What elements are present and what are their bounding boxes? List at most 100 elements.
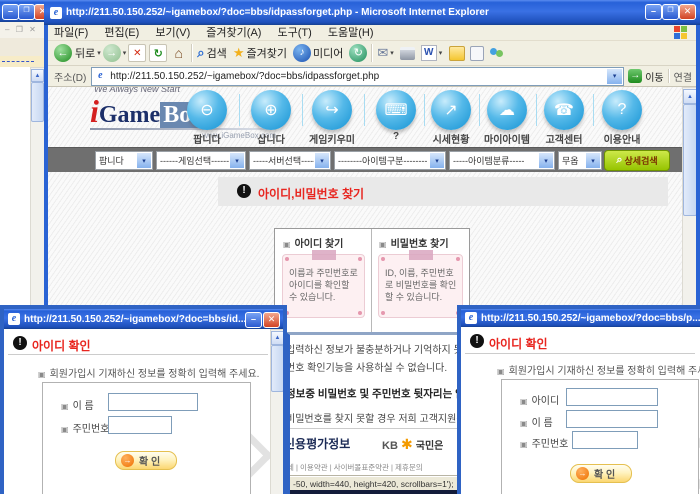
favorites-button[interactable]: ★ 즐겨찾기 — [233, 45, 287, 61]
name-input[interactable] — [566, 410, 658, 428]
ie-page-icon: e — [50, 7, 62, 19]
address-dropdown-icon[interactable]: ▾ — [606, 68, 623, 85]
search-label: 검색 — [207, 45, 227, 61]
id-input[interactable] — [566, 388, 658, 406]
restore-icon[interactable]: ❐ — [18, 4, 35, 20]
nav-sell-icon[interactable]: ⊖ — [187, 90, 227, 130]
close-icon[interactable]: ✕ — [679, 4, 696, 20]
mail-button[interactable]: ✉ ▾ — [377, 45, 395, 61]
chevron-down-icon[interactable]: ▾ — [314, 152, 330, 169]
ssn-input[interactable] — [572, 431, 638, 449]
refresh-button[interactable]: ↻ — [149, 44, 167, 62]
go-button[interactable]: → 이동 — [628, 69, 663, 84]
ssn-input[interactable] — [108, 416, 172, 434]
nav-price-icon[interactable]: ↗ — [431, 90, 471, 130]
close-icon[interactable]: ✕ — [263, 312, 280, 328]
nav-buy-label[interactable]: 삽니다 — [236, 131, 306, 146]
tape-decoration — [312, 250, 336, 260]
right-popup-titlebar[interactable]: e http://211.50.150.252/~igamebox/?doc=b… — [461, 309, 700, 327]
nav-question-icon[interactable]: ⌨ — [376, 90, 416, 130]
nav-separator — [593, 94, 594, 126]
menu-view[interactable]: 보기(V) — [155, 25, 190, 41]
print-icon[interactable] — [400, 47, 415, 60]
edit-dropdown-icon[interactable]: ▾ — [439, 49, 443, 57]
address-input[interactable] — [110, 69, 606, 84]
address-separator — [668, 69, 670, 83]
exclamation-icon: ! — [13, 336, 27, 350]
filter-select-server[interactable]: -----서버선택-----▾ — [249, 151, 331, 170]
home-button[interactable]: ⌂ — [170, 45, 187, 62]
nav-buy-icon[interactable]: ⊕ — [251, 90, 291, 130]
filter-select-item-type[interactable]: --------아이템구분--------▾ — [334, 151, 446, 170]
footer-links[interactable]: 체 | 이용약관 | 사이버몰표준약관 | 제휴문의 — [290, 462, 461, 473]
child-restore-icon[interactable]: ❐ — [16, 25, 23, 34]
scroll-up-icon[interactable]: ▲ — [683, 89, 696, 104]
links-label[interactable]: 연결 — [674, 69, 692, 84]
media-button[interactable]: ♪ 미디어 — [293, 44, 343, 62]
scroll-up-icon[interactable]: ▲ — [31, 69, 44, 82]
minimize-icon[interactable]: – — [2, 4, 19, 20]
left-popup-title: http://211.50.150.252/~igamebox/?doc=bbs… — [24, 314, 246, 325]
menu-file[interactable]: 파일(F) — [54, 25, 88, 41]
mail-dropdown-icon[interactable]: ▾ — [390, 49, 394, 57]
minimize-icon[interactable]: – — [245, 312, 262, 328]
menu-favorites[interactable]: 즐겨찾기(A) — [206, 25, 261, 41]
history-icon[interactable]: ↻ — [349, 44, 367, 62]
forward-button[interactable]: → ▾ — [103, 44, 129, 62]
nav-guide-icon[interactable]: ? — [602, 90, 642, 130]
square-bullet-icon: ▣ — [520, 397, 528, 406]
back-dropdown-icon[interactable]: ▾ — [97, 49, 101, 57]
search-button[interactable]: ⌕ 검색 — [197, 45, 227, 61]
edit-word-button[interactable]: W ▾ — [421, 45, 445, 61]
nav-service-icon[interactable]: ☎ — [544, 90, 584, 130]
menu-edit[interactable]: 편집(E) — [104, 25, 139, 41]
discuss-icon[interactable] — [449, 46, 465, 61]
nav-guide-label[interactable]: 이용안내 — [587, 131, 657, 146]
confirm-button[interactable]: → 확 인 — [115, 451, 177, 470]
detail-search-button[interactable]: ⌕ 상세검색 — [604, 150, 670, 171]
background-window-titlebar[interactable]: – ❐ ✕ — [0, 0, 46, 22]
right-popup-title: http://211.50.150.252/~igamebox/?doc=bbs… — [481, 313, 700, 324]
sidebar-tool-icon[interactable] — [470, 46, 484, 61]
menu-help[interactable]: 도움말(H) — [328, 25, 374, 41]
scroll-thumb[interactable] — [683, 104, 696, 216]
chevron-down-icon[interactable]: ▾ — [136, 152, 152, 169]
find-pw-title: ▣비밀번호 찾기 — [379, 235, 449, 250]
name-input[interactable] — [108, 393, 198, 411]
filter-select-option[interactable]: 무옵▾ — [558, 151, 602, 170]
scroll-thumb[interactable] — [31, 82, 44, 122]
chevron-down-icon[interactable]: ▾ — [585, 152, 601, 169]
child-close-icon[interactable]: ✕ — [29, 25, 36, 34]
minimize-icon[interactable]: – — [645, 4, 662, 20]
scroll-up-icon[interactable]: ▲ — [271, 331, 283, 345]
filter-select-sell[interactable]: 팝니다▾ — [95, 151, 153, 170]
child-minimize-icon[interactable]: – — [5, 25, 9, 34]
messenger-icon[interactable] — [489, 46, 505, 60]
filter-select-item-class[interactable]: -----아이템분류-----▾ — [449, 151, 555, 170]
nav-gamegrow-label[interactable]: 게임키우미 — [297, 131, 367, 146]
nav-gamegrow-icon[interactable]: ↪ — [312, 90, 352, 130]
scroll-thumb[interactable] — [271, 345, 283, 392]
nav-sell-label[interactable]: 팝니다 — [172, 131, 242, 146]
chevron-down-icon[interactable]: ▾ — [229, 152, 245, 169]
stop-button[interactable]: ✕ — [128, 44, 146, 62]
forward-dropdown-icon[interactable]: ▾ — [123, 49, 127, 57]
confirm-button[interactable]: → 확 인 — [570, 464, 632, 483]
chevron-down-icon[interactable]: ▾ — [429, 152, 445, 169]
back-button[interactable]: ← 뒤로 ▾ — [54, 44, 103, 62]
left-popup-scrollbar[interactable]: ▲ — [270, 329, 283, 494]
menu-bar: 파일(F) 편집(E) 보기(V) 즐겨찾기(A) 도구(T) 도움말(H) — [48, 25, 696, 41]
address-field[interactable]: e ▾ — [91, 67, 624, 86]
menu-tools[interactable]: 도구(T) — [278, 25, 312, 41]
pin-decoration — [358, 257, 362, 261]
pin-decoration — [381, 311, 385, 315]
square-bullet-icon: ▣ — [379, 240, 387, 249]
left-popup-titlebar[interactable]: e http://211.50.150.252/~igamebox/?doc=b… — [4, 309, 283, 329]
nav-myitem-icon[interactable]: ☁ — [487, 90, 527, 130]
maximize-icon[interactable]: ❐ — [662, 4, 679, 20]
filter-select-game[interactable]: ------게임선택------▾ — [156, 151, 246, 170]
middle-popup-window: 입력하신 정보가 불충분하거나 기억하지 못하실 경 번호 확인기능을 사용하실… — [286, 332, 461, 494]
main-titlebar[interactable]: e http://211.50.150.252/~igamebox/?doc=b… — [44, 0, 700, 25]
ssn-label: ▣주민번호 — [61, 420, 109, 435]
chevron-down-icon[interactable]: ▾ — [538, 152, 554, 169]
